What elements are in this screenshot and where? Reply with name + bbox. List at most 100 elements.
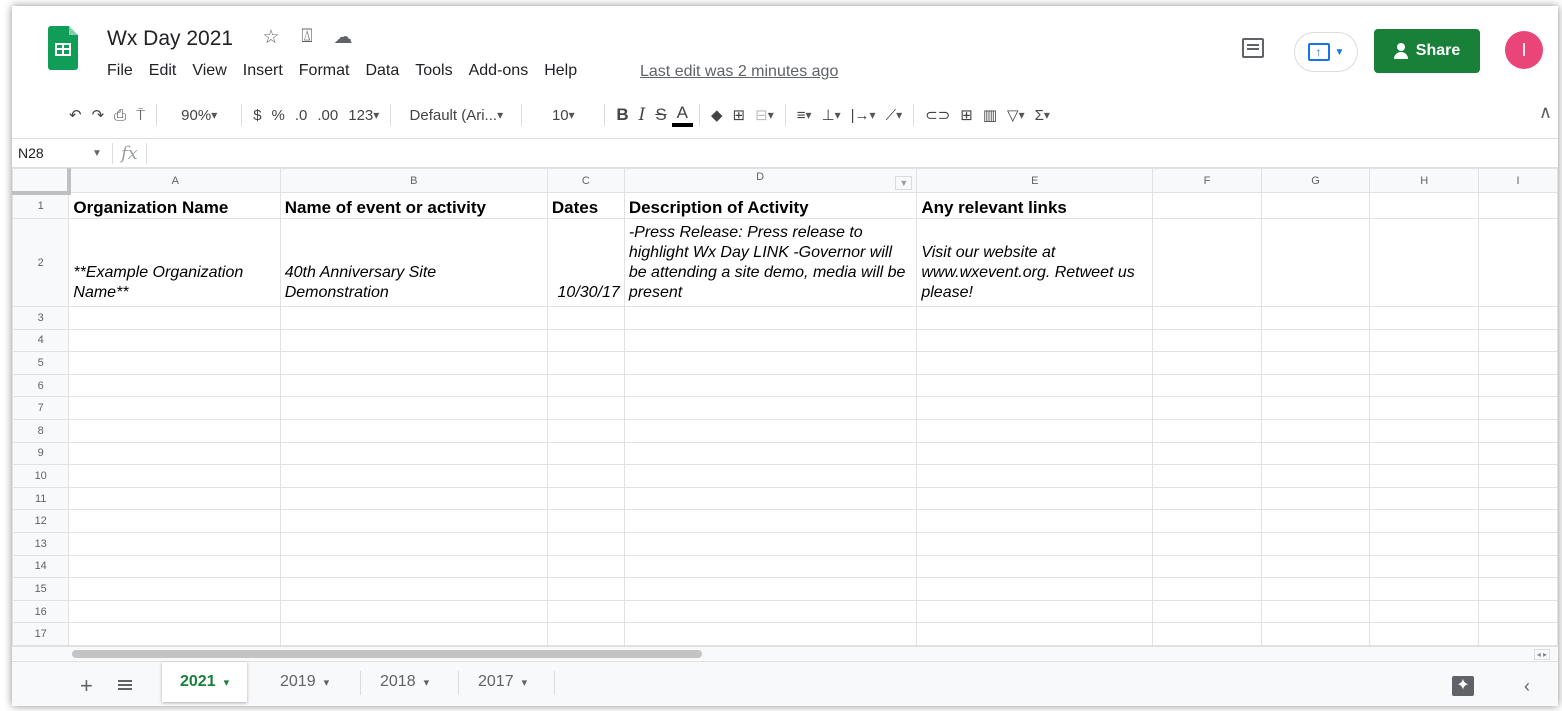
- table-cell[interactable]: [279, 396, 548, 420]
- percent-format-button[interactable]: %: [267, 101, 290, 129]
- table-cell[interactable]: [623, 464, 918, 488]
- table-cell[interactable]: [1477, 486, 1558, 511]
- table-cell[interactable]: [916, 599, 1154, 624]
- table-cell[interactable]: [623, 328, 918, 353]
- row-header[interactable]: 7: [12, 396, 70, 420]
- table-cell[interactable]: [68, 306, 281, 330]
- menu-file[interactable]: File: [107, 62, 133, 80]
- table-cell[interactable]: [279, 441, 548, 466]
- table-cell[interactable]: [279, 464, 548, 488]
- all-sheets-menu-icon[interactable]: [118, 680, 132, 690]
- table-cell[interactable]: [1152, 531, 1262, 556]
- text-color-button[interactable]: A: [671, 103, 693, 127]
- collapse-menus-icon[interactable]: ∧: [1539, 102, 1552, 123]
- table-cell[interactable]: [546, 373, 625, 398]
- table-cell[interactable]: [1152, 192, 1262, 219]
- table-cell[interactable]: [623, 577, 918, 601]
- table-cell[interactable]: [1369, 599, 1479, 624]
- sheet-grid[interactable]: A B C D ▼ E F G H I 1 Organization Name N…: [12, 168, 1558, 646]
- table-cell[interactable]: [279, 486, 548, 511]
- table-cell[interactable]: [916, 509, 1154, 533]
- column-header-b[interactable]: B: [279, 168, 548, 193]
- table-cell[interactable]: [1260, 509, 1371, 533]
- table-cell[interactable]: [279, 418, 548, 443]
- table-cell[interactable]: [68, 599, 281, 624]
- table-cell[interactable]: [68, 486, 281, 511]
- name-box[interactable]: N28: [12, 145, 82, 161]
- table-cell[interactable]: [916, 554, 1154, 579]
- table-cell[interactable]: [546, 441, 625, 466]
- star-icon[interactable]: ☆: [260, 26, 282, 49]
- table-cell[interactable]: [1369, 418, 1479, 443]
- table-cell[interactable]: [68, 531, 281, 556]
- formula-input[interactable]: [147, 139, 1558, 167]
- more-formats-select[interactable]: 123: [343, 101, 384, 129]
- table-cell[interactable]: [68, 328, 281, 353]
- last-edit-link[interactable]: Last edit was 2 minutes ago: [640, 63, 838, 81]
- table-cell[interactable]: [1477, 509, 1558, 533]
- table-cell[interactable]: 10/30/17: [546, 218, 625, 307]
- table-cell[interactable]: [1152, 554, 1262, 579]
- table-cell[interactable]: [68, 351, 281, 375]
- select-all-corner[interactable]: [12, 168, 71, 195]
- table-cell[interactable]: [916, 441, 1154, 466]
- table-cell[interactable]: [1477, 218, 1558, 307]
- table-cell[interactable]: [1260, 622, 1371, 646]
- add-sheet-icon[interactable]: +: [80, 673, 93, 699]
- insert-chart-icon[interactable]: ▥: [978, 101, 1002, 129]
- undo-icon[interactable]: ↶: [64, 101, 87, 129]
- table-cell[interactable]: [916, 306, 1154, 330]
- table-cell[interactable]: [546, 509, 625, 533]
- table-cell[interactable]: [916, 622, 1154, 646]
- comment-history-icon[interactable]: [1242, 38, 1264, 58]
- table-cell[interactable]: [1260, 577, 1371, 601]
- table-cell[interactable]: [1152, 486, 1262, 511]
- text-rotation-icon[interactable]: ⟋: [881, 101, 908, 129]
- increase-decimal-button[interactable]: .00: [312, 101, 343, 129]
- bold-button[interactable]: B: [611, 101, 633, 129]
- menu-edit[interactable]: Edit: [149, 62, 177, 80]
- row-header[interactable]: 5: [12, 351, 70, 375]
- table-cell[interactable]: [68, 396, 281, 420]
- table-cell[interactable]: [1477, 306, 1558, 330]
- chevron-down-icon[interactable]: ▼: [82, 148, 112, 159]
- row-header[interactable]: 13: [12, 531, 70, 556]
- table-cell[interactable]: [279, 509, 548, 533]
- row-header[interactable]: 3: [12, 306, 70, 330]
- column-header-h[interactable]: H: [1369, 168, 1479, 193]
- table-cell[interactable]: [1477, 396, 1558, 420]
- table-cell[interactable]: [279, 306, 548, 330]
- table-cell[interactable]: [1369, 396, 1479, 420]
- table-cell[interactable]: [1260, 373, 1371, 398]
- table-cell[interactable]: Name of event or activity: [279, 192, 548, 219]
- table-cell[interactable]: [916, 328, 1154, 353]
- table-cell[interactable]: [1152, 218, 1262, 307]
- table-cell[interactable]: Dates: [546, 192, 625, 219]
- table-cell[interactable]: [279, 599, 548, 624]
- table-cell[interactable]: [546, 464, 625, 488]
- sheet-tab-2018[interactable]: 2018: [362, 662, 447, 702]
- chevron-down-icon[interactable]: ▼: [895, 176, 913, 190]
- table-cell[interactable]: [546, 351, 625, 375]
- table-cell[interactable]: Organization Name: [68, 192, 281, 219]
- table-cell[interactable]: [1369, 486, 1479, 511]
- table-cell[interactable]: [1369, 192, 1479, 219]
- font-select[interactable]: Default (Ari...: [397, 101, 515, 129]
- table-cell[interactable]: [916, 486, 1154, 511]
- row-header[interactable]: 11: [12, 486, 70, 511]
- sheet-tab-2019[interactable]: 2019: [262, 662, 347, 702]
- table-cell[interactable]: [68, 554, 281, 579]
- table-cell[interactable]: [623, 486, 918, 511]
- table-cell[interactable]: [623, 306, 918, 330]
- menu-help[interactable]: Help: [544, 62, 577, 80]
- row-header[interactable]: 10: [12, 464, 70, 488]
- present-button[interactable]: ↑ ▼: [1294, 32, 1358, 72]
- table-cell[interactable]: [623, 373, 918, 398]
- table-cell[interactable]: [1260, 351, 1371, 375]
- font-size-select[interactable]: 10: [528, 101, 598, 129]
- text-wrap-icon[interactable]: |→: [846, 101, 881, 129]
- table-cell[interactable]: [546, 328, 625, 353]
- table-cell[interactable]: [546, 486, 625, 511]
- redo-icon[interactable]: ↷: [87, 101, 110, 129]
- side-panel-toggle-icon[interactable]: ‹: [1524, 676, 1530, 697]
